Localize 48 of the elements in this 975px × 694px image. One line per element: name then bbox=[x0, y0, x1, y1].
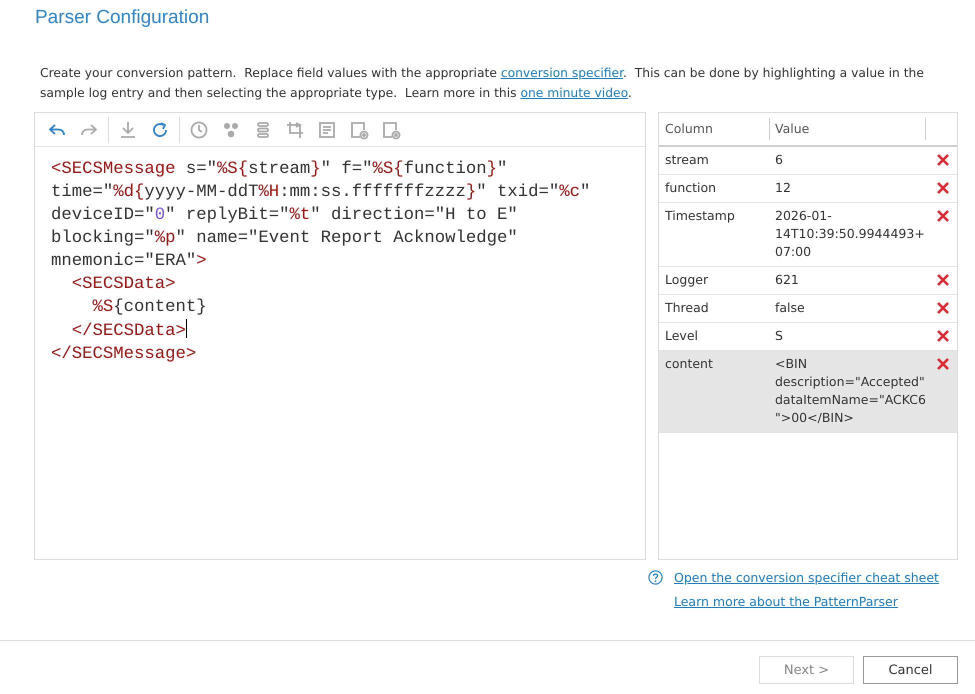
table-cell-text: Level bbox=[664, 327, 699, 345]
code-line: <SECSMessage s="%S{stream}" f="%S{function}" bbox=[51, 159, 508, 181]
delete-icon[interactable] bbox=[936, 181, 950, 195]
table-row[interactable]: function 12 bbox=[659, 175, 957, 203]
delete-icon[interactable] bbox=[936, 273, 950, 287]
table-row[interactable]: Timestamp 2026-01-14T10:39:50.9944493+07:00 bbox=[659, 203, 957, 267]
table-cell-text: Thread bbox=[664, 299, 710, 317]
page-title: Parser Configuration bbox=[35, 7, 210, 29]
delete-icon[interactable] bbox=[936, 153, 950, 167]
link[interactable]: Open the conversion specifier cheat sheet bbox=[674, 570, 939, 584]
code-line: </SECSMessage> bbox=[51, 344, 196, 366]
table-row[interactable]: stream 6 bbox=[659, 147, 957, 175]
link[interactable]: conversion specifier bbox=[500, 66, 624, 80]
table-cell-text: content bbox=[664, 355, 714, 373]
table-cell-text: <BIN description="Accepted" dataItemName="ACKC6">00</BIN> bbox=[774, 355, 927, 427]
help-icon[interactable] bbox=[648, 570, 663, 584]
table-cell-text: Timestamp bbox=[664, 207, 736, 225]
table-row[interactable]: content <BIN description="Accepted" dataItemName="ACKC6">00</BIN> bbox=[659, 351, 957, 433]
delete-icon[interactable] bbox=[936, 357, 950, 371]
delete-icon[interactable] bbox=[936, 329, 950, 343]
link[interactable]: one minute video bbox=[520, 86, 628, 100]
code-line: %S{content} bbox=[91, 297, 207, 319]
code-line: deviceID="0" replyBit="%t" direction="H to E" bbox=[51, 205, 518, 227]
delete-icon[interactable] bbox=[936, 209, 950, 223]
table-cell-text: 6 bbox=[774, 151, 784, 169]
table-cell-text: function bbox=[664, 179, 718, 197]
code-line: blocking="%p" name="Event Report Acknowledge" bbox=[51, 228, 518, 250]
table-cell-text: stream bbox=[664, 151, 710, 169]
code-line: time="%d{yyyy-MM-ddT%H:mm:ss.fffffffzzzz}" txid="%c" bbox=[51, 182, 590, 204]
table-cell-text: 2026-01-14T10:39:50.9944493+07:00 bbox=[774, 207, 926, 261]
table-row[interactable]: Thread false bbox=[659, 295, 957, 323]
code-line: mnemonic="ERA"> bbox=[51, 251, 207, 273]
table-cell-text: S bbox=[774, 327, 784, 345]
code-line: <SECSData> bbox=[70, 274, 176, 296]
delete-icon[interactable] bbox=[936, 301, 950, 315]
table-cell-text: false bbox=[774, 299, 806, 317]
instructions-text: Create your conversion pattern. Replace field values with the appropriate conversion specifier. This can be done by highlighting a value in the sample log entry and then selecting the appropriate type. Learn more in this one minute video. bbox=[40, 65, 925, 102]
refresh-icon[interactable] bbox=[150, 120, 170, 140]
column-header[interactable]: Column bbox=[659, 118, 770, 140]
table-cell-text: 12 bbox=[774, 179, 792, 197]
code-line: </SECSData> bbox=[51, 319, 187, 343]
column-header[interactable]: Value bbox=[770, 118, 926, 140]
table-row[interactable]: Logger 621 bbox=[659, 267, 957, 295]
button[interactable]: Cancel bbox=[863, 656, 958, 684]
pattern-editor[interactable] bbox=[34, 112, 646, 560]
link[interactable]: Learn more about the PatternParser bbox=[674, 594, 898, 608]
table-cell-text: 621 bbox=[774, 271, 800, 289]
table-cell-text: Logger bbox=[664, 271, 710, 289]
